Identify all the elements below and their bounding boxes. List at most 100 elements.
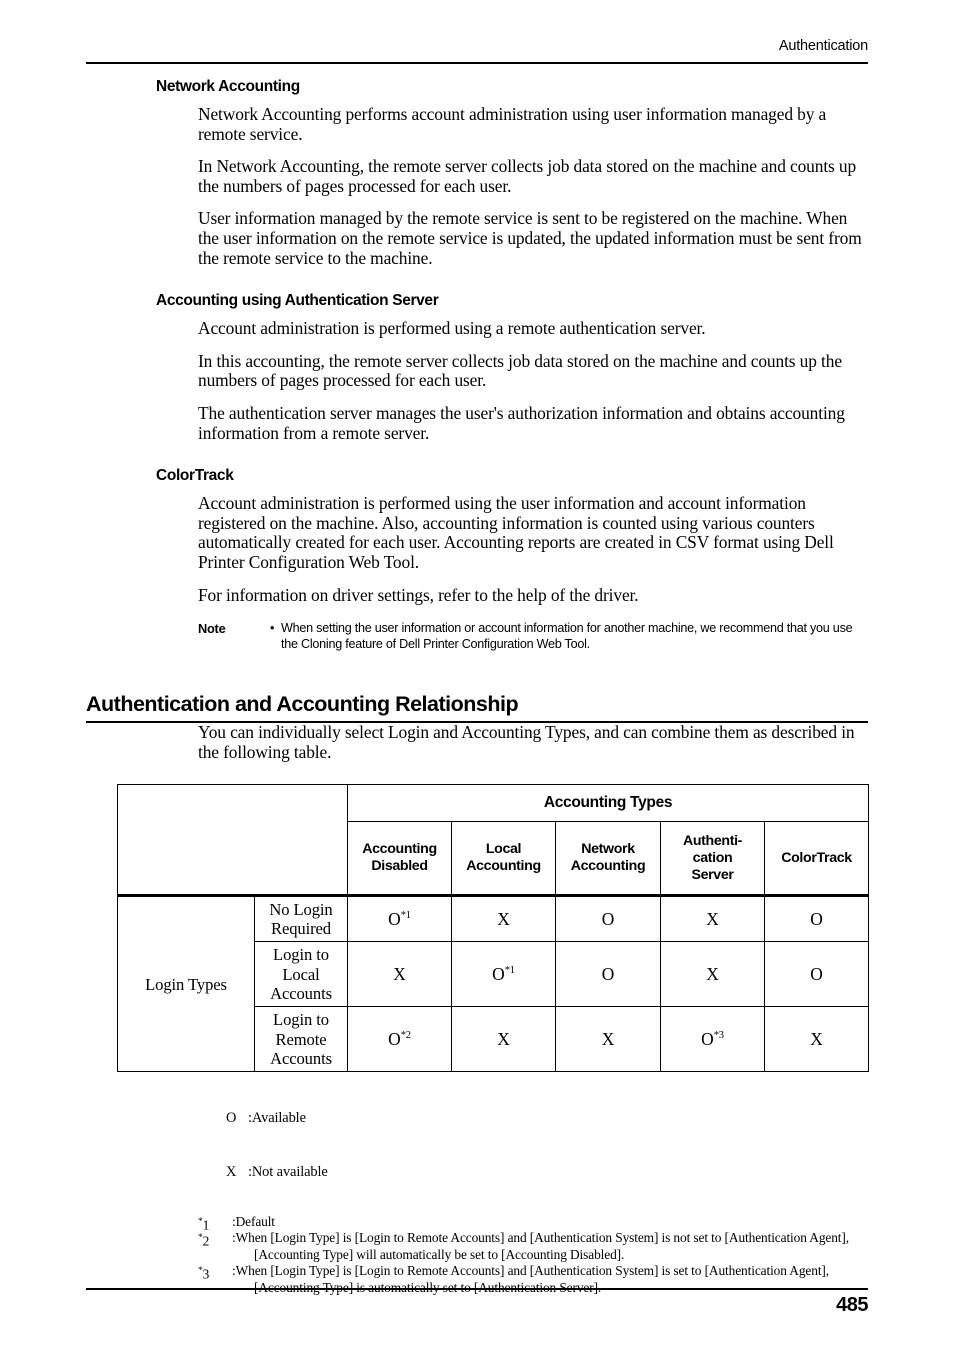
page-title: Authentication and Accounting Relationsh… <box>86 692 519 717</box>
footnote-line: :When [Login Type] is [Login to Remote A… <box>232 1263 830 1279</box>
accounting-relationship-table: Accounting Types Accounting Disabled Loc… <box>117 784 870 1073</box>
footnote-2: *2 :When [Login Type] is [Login to Remot… <box>198 1230 888 1263</box>
paragraph-auth-server-3: The authentication server manages the us… <box>198 402 845 443</box>
paragraph-auth-server-2: In this accounting, the remote server co… <box>198 350 842 391</box>
cell-value: X <box>497 1028 510 1049</box>
header-line: Local <box>485 841 522 858</box>
row-label-line: Required <box>270 919 332 939</box>
cell-footnote-mark: *2 <box>400 1030 411 1042</box>
page-number: 485 <box>836 1294 868 1316</box>
cell-value: X <box>601 1028 615 1049</box>
paragraph-network-accounting-3: User information managed by the remote s… <box>198 208 862 268</box>
table-cell: X <box>451 1006 556 1073</box>
table-cell: X <box>555 1006 661 1073</box>
table-corner-blank <box>117 784 348 897</box>
table-cell: O*1 <box>451 941 556 1008</box>
row-label-line: Accounts <box>270 1049 332 1069</box>
legend-text: :Available <box>247 1109 306 1126</box>
header-line: Network <box>581 841 635 858</box>
table-cell: X <box>763 1006 870 1073</box>
note-text: When setting the user information or acc… <box>281 621 853 651</box>
cell-value: O <box>601 963 615 984</box>
table-cell: O <box>763 894 870 943</box>
legend-item-available: O:Available <box>198 1090 954 1145</box>
table-header-colortrack: ColorTrack <box>763 821 870 898</box>
table-header-accounting-disabled: Accounting Disabled <box>347 821 452 898</box>
cell-value: X <box>706 963 719 984</box>
cell-value: O <box>810 963 823 984</box>
row-label-line: Remote <box>275 1029 327 1049</box>
cell-footnote-mark: *1 <box>400 910 411 922</box>
footnote-mark: *2 <box>198 1230 228 1250</box>
table-cell: O <box>763 941 870 1008</box>
row-label-line: Login to <box>273 945 329 965</box>
table-header-authentication-server: Authenti- cation Server <box>660 821 765 898</box>
table-legend: O:Available X :Not available <box>198 1090 954 1199</box>
header-rule <box>86 62 868 64</box>
paragraph-section-intro: You can individually select Login and Ac… <box>198 722 855 762</box>
header-line: cation <box>692 849 733 866</box>
row-label-line: No Login <box>269 900 333 920</box>
footnote-text: :When [Login Type] is [Login to Remote A… <box>232 1230 888 1263</box>
table-cell: O <box>555 894 661 943</box>
cell-value: O <box>388 1028 401 1049</box>
cell-footnote-mark: *1 <box>504 965 515 977</box>
table-cell: X <box>660 894 765 943</box>
document-page: Authentication Network Accounting Networ… <box>0 0 954 1350</box>
table-cell: O <box>555 941 661 1008</box>
table-cell: O*3 <box>660 1006 765 1073</box>
legend-text: :Not available <box>247 1164 328 1181</box>
cell-value: X <box>393 963 406 984</box>
table-header-local-accounting: Local Accounting <box>451 821 556 898</box>
cell-value: O <box>701 1028 714 1049</box>
table-row-label-login-to-local-accounts: Login to Local Accounts <box>254 941 348 1008</box>
table-header-accounting-types: Accounting Types <box>346 784 870 823</box>
subheading-colortrack: ColorTrack <box>156 467 234 485</box>
header-line: Accounting <box>570 858 646 875</box>
footnote-mark: *3 <box>198 1263 228 1283</box>
table-cell: O*1 <box>347 894 452 943</box>
cell-value: X <box>497 908 510 929</box>
footnote-text: :When [Login Type] is [Login to Remote A… <box>232 1263 888 1296</box>
footnote-number: 2 <box>202 1233 210 1249</box>
footnote-3: *3 :When [Login Type] is [Login to Remot… <box>198 1263 888 1296</box>
footnote-1: *1 :Default <box>198 1214 888 1232</box>
cell-value: O <box>492 963 505 984</box>
paragraph-network-accounting-2: In Network Accounting, the remote server… <box>198 156 857 196</box>
table-cell: X <box>451 894 556 943</box>
footnote-line: [Accounting Type] will automatically be … <box>254 1246 625 1262</box>
header-line: Authenti- <box>682 832 743 849</box>
legend-item-not-available: X :Not available <box>198 1145 954 1200</box>
table-row-label-no-login-required: No Login Required <box>254 894 348 943</box>
cell-value: O <box>810 908 823 929</box>
table-header-row-group: Accounting Types <box>117 784 870 897</box>
cell-value: O <box>601 908 615 929</box>
footnote-number: 3 <box>202 1266 210 1282</box>
page-content: Network Accounting Network Accounting pe… <box>0 78 954 1297</box>
table-rowgroup-login-types: Login Types <box>117 894 255 1073</box>
header-line: Server <box>691 866 734 883</box>
table-row: Login Types No Login Required O*1 X O X … <box>117 894 870 1073</box>
paragraph-auth-server-1: Account administration is performed usin… <box>198 318 706 339</box>
table-cell: O*2 <box>347 1006 452 1073</box>
subheading-accounting-using-authentication-server: Accounting using Authentication Server <box>156 292 439 310</box>
footer-rule <box>86 1288 868 1290</box>
section-heading-block: Authentication and Accounting Relationsh… <box>0 692 954 724</box>
subheading-network-accounting: Network Accounting <box>156 78 300 95</box>
row-label-line: Accounts <box>270 984 332 1004</box>
note-block: Note • When setting the user information… <box>0 621 954 652</box>
row-label-line: Local <box>282 964 320 984</box>
table-header-network-accounting: Network Accounting <box>555 821 661 898</box>
header-line: Disabled <box>371 858 428 875</box>
cell-value: X <box>706 908 719 929</box>
legend-symbol: X <box>225 1164 237 1181</box>
table-row-label-login-to-remote-accounts: Login to Remote Accounts <box>254 1006 348 1073</box>
cell-value: O <box>388 908 401 929</box>
note-body: • When setting the user information or a… <box>270 621 868 652</box>
table-cell: X <box>660 941 765 1008</box>
header-line: Accounting <box>362 841 437 858</box>
paragraph-colortrack-1: Account administration is performed usin… <box>198 493 834 572</box>
running-header-title: Authentication <box>778 38 868 54</box>
accounting-relationship-table-wrapper: Accounting Types Accounting Disabled Loc… <box>117 784 870 1073</box>
footnote-text: :Default <box>232 1214 888 1231</box>
